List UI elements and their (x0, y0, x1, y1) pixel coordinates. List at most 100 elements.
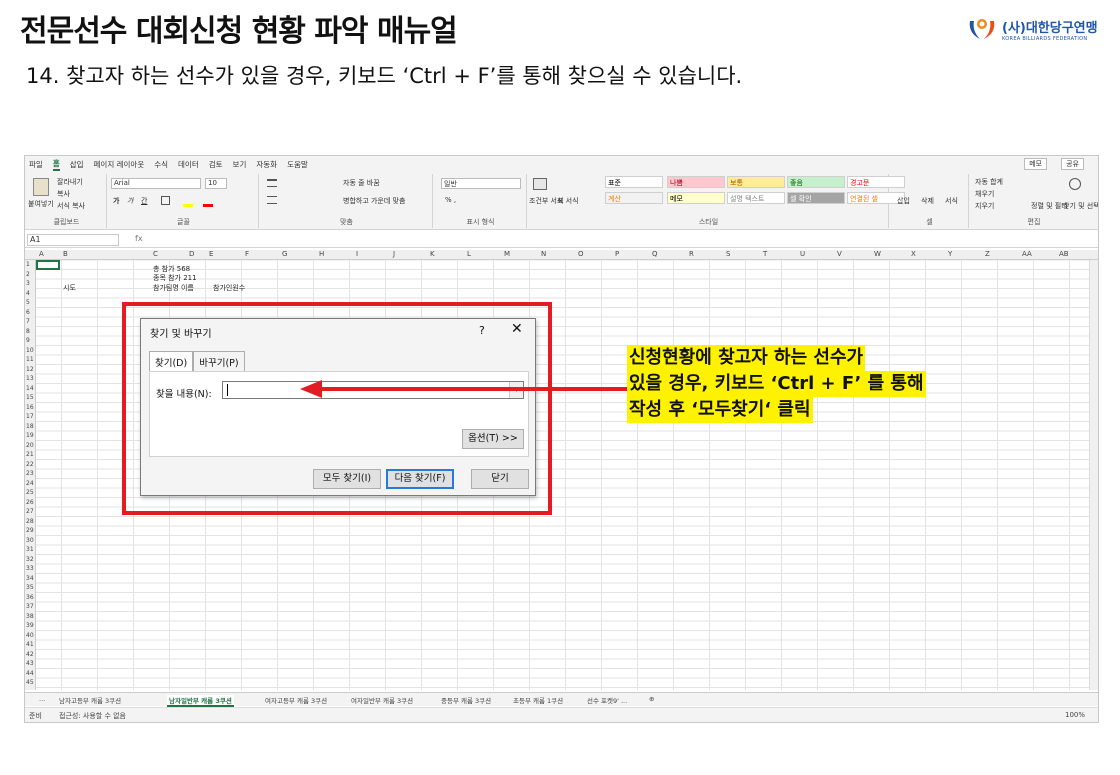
number-format-select[interactable]: 일반 (441, 178, 521, 189)
column-header[interactable]: P (615, 250, 619, 258)
cell-c3[interactable]: 참가팀명 이름 (153, 283, 194, 293)
row-header[interactable]: 38 (26, 612, 34, 622)
autosum-button[interactable]: 자동 합계 (975, 177, 1003, 187)
row-header[interactable]: 40 (26, 631, 34, 641)
cell-style-6[interactable]: 메모 (667, 192, 725, 204)
name-box[interactable]: A1 (27, 234, 119, 246)
sheet-tab-more[interactable]: ... (39, 695, 45, 703)
cell-style-3[interactable]: 좋음 (787, 176, 845, 188)
align-left-icon[interactable] (267, 196, 277, 204)
sheet-tab-pocket[interactable]: 선수 포켓9' ... (587, 695, 627, 705)
row-header[interactable]: 41 (26, 640, 34, 650)
cell-style-8[interactable]: 셀 확인 (787, 192, 845, 204)
row-header[interactable]: 11 (26, 355, 34, 365)
row-header[interactable]: 31 (26, 545, 34, 555)
column-header[interactable]: J (393, 250, 395, 258)
sheet-tab-women-general[interactable]: 여자일반부 캐롬 3쿠션 (351, 695, 413, 705)
cell-style-7[interactable]: 설명 텍스트 (727, 192, 785, 204)
format-painter-button[interactable]: 서식 복사 (57, 201, 85, 211)
row-header[interactable]: 8 (26, 327, 30, 337)
row-header[interactable]: 27 (26, 507, 34, 517)
row-header[interactable]: 36 (26, 593, 34, 603)
column-header[interactable]: U (800, 250, 805, 258)
vertical-scrollbar[interactable] (1089, 260, 1098, 690)
comments-button[interactable]: 메모 (1024, 158, 1048, 170)
status-accessibility[interactable]: 접근성: 사용할 수 없음 (59, 711, 126, 721)
format-cells-button[interactable]: 서식 (945, 196, 958, 206)
sheet-tab-middle[interactable]: 중등부 캐롬 3쿠션 (441, 695, 491, 705)
row-header[interactable]: 19 (26, 431, 34, 441)
italic-button[interactable]: 가 (127, 196, 133, 206)
row-header[interactable]: 26 (26, 498, 34, 508)
sheet-tab-girls-high[interactable]: 여자고등부 캐롬 3쿠션 (265, 695, 327, 705)
cell-b3[interactable]: 시도 (63, 283, 76, 293)
percent-button[interactable]: % , (445, 196, 456, 204)
column-header[interactable]: V (837, 250, 842, 258)
format-as-table-button[interactable]: 표 서식 (557, 196, 579, 206)
font-color-icon[interactable] (203, 204, 213, 207)
delete-cells-button[interactable]: 삭제 (921, 196, 934, 206)
font-name-select[interactable]: Arial (111, 178, 201, 189)
insert-cells-button[interactable]: 삽입 (897, 196, 910, 206)
column-header[interactable]: O (578, 250, 584, 258)
row-header[interactable]: 44 (26, 669, 34, 679)
row-header[interactable]: 4 (26, 289, 30, 299)
fx-icon[interactable]: fx (135, 234, 143, 243)
cell-e3[interactable]: 참가인원수 (213, 283, 245, 293)
search-icon[interactable] (1069, 178, 1081, 190)
column-header[interactable]: Q (652, 250, 658, 258)
row-header[interactable]: 45 (26, 678, 34, 688)
row-header[interactable]: 18 (26, 422, 34, 432)
merge-center-button[interactable]: 병합하고 가운데 맞춤 (343, 196, 405, 206)
row-header[interactable]: 39 (26, 621, 34, 631)
row-header[interactable]: 7 (26, 317, 30, 327)
conditional-format-icon[interactable] (533, 178, 547, 190)
menu-data[interactable]: 데이터 (178, 159, 199, 170)
align-top-icon[interactable] (267, 179, 277, 187)
row-header[interactable]: 17 (26, 412, 34, 422)
row-header[interactable]: 34 (26, 574, 34, 584)
column-header[interactable]: I (356, 250, 358, 258)
paste-icon[interactable] (33, 178, 49, 196)
row-header[interactable]: 23 (26, 469, 34, 479)
column-header[interactable]: S (726, 250, 730, 258)
row-header[interactable]: 37 (26, 602, 34, 612)
share-button[interactable]: 공유 (1061, 158, 1084, 170)
row-header[interactable]: 25 (26, 488, 34, 498)
column-header[interactable]: G (282, 250, 287, 258)
sheet-tab-elementary[interactable]: 초등부 캐롬 1쿠션 (513, 695, 563, 705)
row-header[interactable]: 16 (26, 403, 34, 413)
copy-button[interactable]: 복사 (57, 189, 70, 199)
column-header[interactable]: N (541, 250, 546, 258)
row-header[interactable]: 3 (26, 279, 30, 289)
column-header[interactable]: K (430, 250, 435, 258)
column-header[interactable]: R (689, 250, 694, 258)
column-header[interactable]: E (209, 250, 213, 258)
column-header[interactable]: AB (1059, 250, 1069, 258)
menu-view[interactable]: 보기 (233, 159, 247, 170)
menu-home[interactable]: 홈 (52, 158, 60, 171)
column-header[interactable]: C (153, 250, 158, 258)
column-header[interactable]: D (189, 250, 194, 258)
column-header[interactable]: L (467, 250, 471, 258)
cell-style-5[interactable]: 계산 (605, 192, 663, 204)
menu-page-layout[interactable]: 페이지 레이아웃 (94, 159, 145, 170)
row-header[interactable]: 30 (26, 536, 34, 546)
cell-style-1[interactable]: 나쁨 (667, 176, 725, 188)
column-header[interactable]: H (319, 250, 324, 258)
row-header[interactable]: 2 (26, 270, 30, 280)
row-header[interactable]: 28 (26, 517, 34, 527)
column-header[interactable]: M (504, 250, 510, 258)
underline-button[interactable]: 간 (141, 196, 147, 206)
sheet-tab-boys-high[interactable]: 남자고등부 캐롬 3쿠션 (59, 695, 121, 705)
border-icon[interactable] (161, 196, 170, 205)
column-header[interactable]: F (245, 250, 249, 258)
column-header[interactable]: T (763, 250, 767, 258)
row-header[interactable]: 9 (26, 336, 30, 346)
wrap-text-button[interactable]: 자동 줄 바꿈 (343, 178, 380, 188)
fill-button[interactable]: 채우기 (975, 189, 994, 199)
row-header[interactable]: 10 (26, 346, 34, 356)
fill-color-icon[interactable] (183, 204, 193, 207)
column-header[interactable]: A (39, 250, 44, 258)
row-header[interactable]: 6 (26, 308, 30, 318)
